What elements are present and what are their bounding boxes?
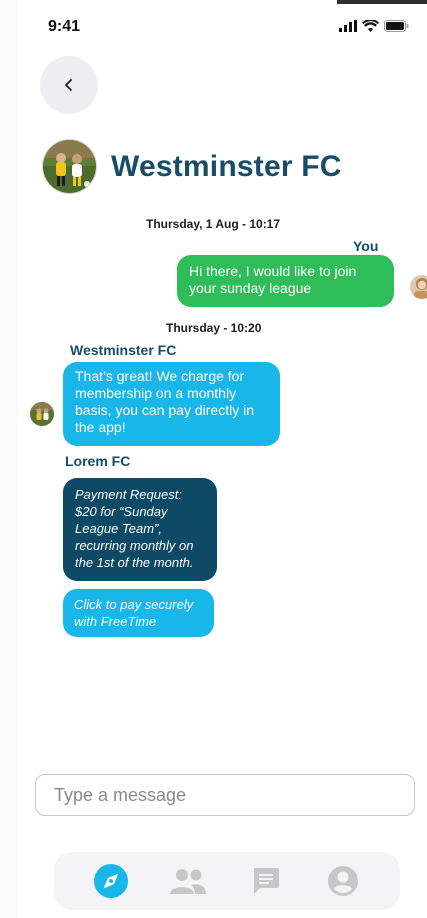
chat-icon [253,868,279,894]
club-mini-avatar [30,402,54,426]
pay-securely-button[interactable]: Click to pay securely with FreeTime [63,589,214,637]
status-time: 9:41 [48,18,81,35]
tab-team[interactable] [166,859,210,903]
status-bar: 9:41 [18,0,427,52]
payment-request-message: Payment Request: $20 for “Sunday League … [63,478,217,581]
status-icons [339,20,409,32]
club-avatar [42,139,97,194]
chat-header: Westminster FC [42,139,342,194]
signal-icon [339,20,357,32]
tab-explore[interactable] [89,859,133,903]
user-avatar [410,275,427,299]
wifi-icon [362,20,379,32]
phone-screen: 9:41 Westminster FC Thursday, 1 Aug - 10… [18,0,427,918]
outgoing-message-1: Hi there, I would like to join your sund… [177,255,394,307]
user-photo [410,275,427,299]
profile-icon [328,866,359,896]
chevron-left-icon [65,79,72,91]
back-button[interactable] [40,56,98,114]
tab-messages[interactable] [244,859,288,903]
timestamp-1: Thursday, 1 Aug - 10:17 [146,217,281,231]
you-label: You [353,238,379,254]
message-input[interactable] [35,774,415,816]
bottom-navigation [54,852,400,910]
timestamp-2: Thursday - 10:20 [166,321,262,335]
sender-label-lorem: Lorem FC [65,453,131,469]
chat-title: Westminster FC [111,149,342,183]
tab-profile[interactable] [321,859,365,903]
compass-icon [93,864,128,898]
battery-icon [384,20,409,32]
club-mini-photo [30,402,54,426]
incoming-message-1: That’s great! We charge for membership o… [63,362,280,446]
people-icon [170,869,207,894]
sender-label-westminster: Westminster FC [70,342,177,358]
football-photo [43,140,96,193]
